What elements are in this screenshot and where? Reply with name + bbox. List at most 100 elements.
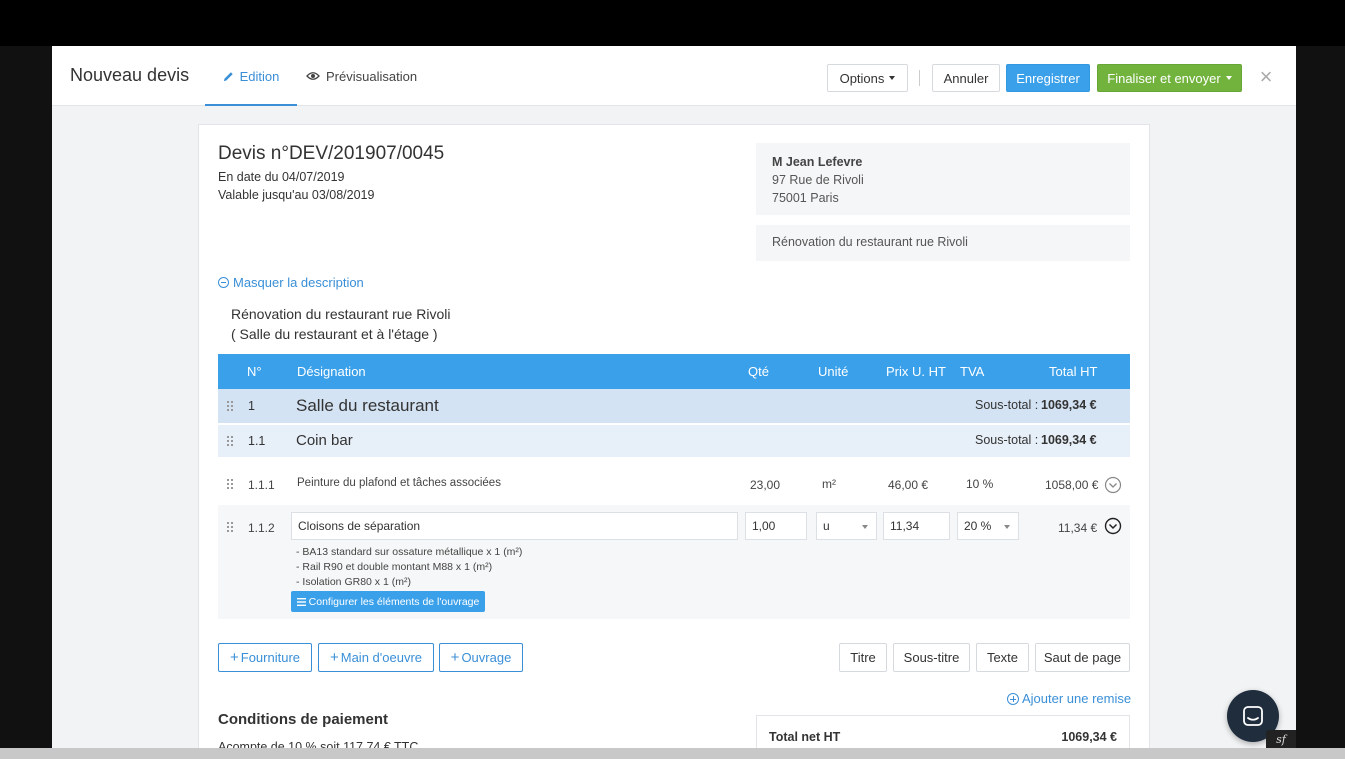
line-quantity[interactable]: 23,00: [750, 478, 780, 492]
add-subtitle-button[interactable]: Sous-titre: [893, 643, 970, 672]
component-line: - Isolation GR80 x 1 (m²): [296, 576, 411, 588]
col-vat: TVA: [960, 364, 985, 379]
eye-icon: [306, 71, 320, 81]
drag-handle-icon[interactable]: [227, 522, 235, 532]
add-work-label: Ouvrage: [461, 650, 512, 665]
finalize-send-label: Finaliser et envoyer: [1107, 70, 1221, 86]
plus-circle-icon: [1007, 692, 1019, 705]
unit-select[interactable]: u: [816, 512, 877, 540]
tab-edition[interactable]: Edition: [205, 46, 297, 106]
caret-down-icon: [1004, 525, 1010, 529]
pencil-icon: [223, 71, 234, 82]
chevron-up-circle-icon[interactable]: [1104, 517, 1122, 535]
add-supply-label: Fourniture: [240, 650, 300, 665]
plus-icon: +: [329, 649, 339, 666]
options-label: Options: [839, 70, 885, 86]
page-title: Nouveau devis: [70, 65, 190, 85]
line-unit-price[interactable]: 46,00 €: [888, 478, 928, 492]
row-number: 1: [248, 399, 255, 413]
quantity-input[interactable]: 1,00: [745, 512, 807, 540]
vat-select[interactable]: 20 %: [957, 512, 1019, 540]
plus-icon: +: [229, 649, 239, 666]
caret-down-icon: [889, 76, 896, 80]
designation-input[interactable]: Cloisons de séparation: [291, 512, 738, 540]
client-street: 97 Rue de Rivoli: [772, 173, 864, 187]
quote-editor-modal: Nouveau devis Edition Prévisualisation O…: [52, 46, 1296, 748]
component-line: - Rail R90 et double montant M88 x 1 (m²…: [296, 561, 493, 573]
minus-circle-icon: [218, 277, 229, 288]
backdrop: [0, 748, 1345, 759]
row-number: 1.1.2: [248, 521, 275, 535]
quote-date: En date du 04/07/2019: [218, 170, 345, 184]
description-line[interactable]: ( Salle du restaurant et à l'étage ): [231, 326, 438, 342]
subsection-title[interactable]: Coin bar: [296, 432, 353, 449]
component-line: - BA13 standard sur ossature métallique …: [296, 546, 523, 558]
add-labor-label: Main d'oeuvre: [340, 650, 422, 665]
line-vat[interactable]: 10 %: [966, 477, 993, 491]
add-discount-link[interactable]: Ajouter une remise: [1007, 691, 1131, 706]
unit-price-input[interactable]: 11,34: [883, 512, 950, 540]
line-designation[interactable]: Peinture du plafond et tâches associées: [297, 477, 501, 489]
col-quantity: Qté: [748, 364, 769, 379]
add-text-button[interactable]: Texte: [976, 643, 1029, 672]
line-total: 11,34 €: [1058, 521, 1098, 535]
drag-handle-icon[interactable]: [227, 401, 235, 411]
hide-description-link[interactable]: Masquer la description: [218, 275, 364, 290]
add-work-button[interactable]: + Ouvrage: [439, 643, 523, 672]
section-title[interactable]: Salle du restaurant: [296, 396, 439, 416]
client-city: 75001 Paris: [772, 191, 839, 205]
subtotal-value: 1069,34 €: [1041, 433, 1097, 447]
table-row-editing[interactable]: 1.1.2 Cloisons de séparation I 1,00 u 11…: [218, 505, 1130, 619]
debug-toolbar-badge[interactable]: sf: [1266, 730, 1296, 748]
subtotal-label: Sous-total :: [975, 433, 1039, 447]
quote-validity: Valable jusqu'au 03/08/2019: [218, 188, 375, 202]
add-supply-button[interactable]: + Fourniture: [218, 643, 312, 672]
close-icon[interactable]: ×: [1255, 64, 1277, 90]
configure-label: Configurer les éléments de l'ouvrage: [308, 595, 480, 608]
add-labor-button[interactable]: + Main d'oeuvre: [318, 643, 434, 672]
table-row-subsection[interactable]: 1.1 Coin bar Sous-total : 1069,34 €: [218, 425, 1130, 457]
backdrop: [1296, 46, 1345, 748]
drag-handle-icon[interactable]: [227, 436, 235, 446]
payment-conditions-line[interactable]: Acompte de 10 % soit 117,74 € TTC: [218, 740, 418, 748]
table-row-section[interactable]: 1 Salle du restaurant Sous-total : 1069,…: [218, 389, 1130, 423]
quote-document: Devis n°DEV/201907/0045 En date du 04/07…: [198, 124, 1150, 748]
list-icon: [296, 597, 306, 606]
save-button[interactable]: Enregistrer: [1006, 64, 1090, 92]
add-discount-label: Ajouter une remise: [1022, 691, 1132, 706]
table-row[interactable]: 1.1.1 Peinture du plafond et tâches asso…: [218, 465, 1130, 503]
vat-select-value: 20 %: [964, 519, 992, 533]
caret-down-icon: [1225, 76, 1232, 80]
totals-box: Total net HT 1069,34 €: [756, 715, 1130, 748]
client-name: M Jean Lefevre: [772, 155, 863, 169]
add-title-button[interactable]: Titre: [839, 643, 887, 672]
options-dropdown[interactable]: Options: [827, 64, 908, 92]
col-unit-price: Prix U. HT: [886, 364, 946, 379]
total-net-label: Total net HT: [769, 730, 841, 744]
finalize-send-button[interactable]: Finaliser et envoyer: [1097, 64, 1242, 92]
col-total: Total HT: [1049, 364, 1098, 379]
modal-header: Nouveau devis Edition Prévisualisation O…: [52, 46, 1296, 106]
caret-down-icon: [862, 525, 868, 529]
client-address-box[interactable]: M Jean Lefevre 97 Rue de Rivoli 75001 Pa…: [756, 143, 1130, 215]
subtotal-value: 1069,34 €: [1041, 398, 1097, 412]
quote-number: Devis n°DEV/201907/0045: [218, 143, 445, 164]
tab-preview[interactable]: Prévisualisation: [306, 46, 417, 106]
row-number: 1.1.1: [248, 478, 275, 492]
configure-work-elements-button[interactable]: Configurer les éléments de l'ouvrage: [291, 591, 485, 612]
description-line[interactable]: Rénovation du restaurant rue Rivoli: [231, 306, 450, 322]
drag-handle-icon[interactable]: [227, 479, 235, 489]
plus-icon: +: [450, 649, 460, 666]
divider: [919, 70, 920, 86]
project-name-box[interactable]: Rénovation du restaurant rue Rivoli: [756, 225, 1130, 261]
line-unit[interactable]: m²: [822, 477, 836, 491]
unit-select-value: u: [823, 519, 830, 533]
payment-conditions-title: Conditions de paiement: [218, 711, 389, 728]
tab-edition-label: Edition: [239, 68, 280, 84]
project-name: Rénovation du restaurant rue Rivoli: [772, 235, 968, 249]
hide-description-label: Masquer la description: [233, 275, 364, 290]
backdrop: [0, 46, 52, 748]
add-page-break-button[interactable]: Saut de page: [1035, 643, 1130, 672]
chevron-down-circle-icon[interactable]: [1104, 476, 1122, 494]
cancel-button[interactable]: Annuler: [932, 64, 1000, 92]
